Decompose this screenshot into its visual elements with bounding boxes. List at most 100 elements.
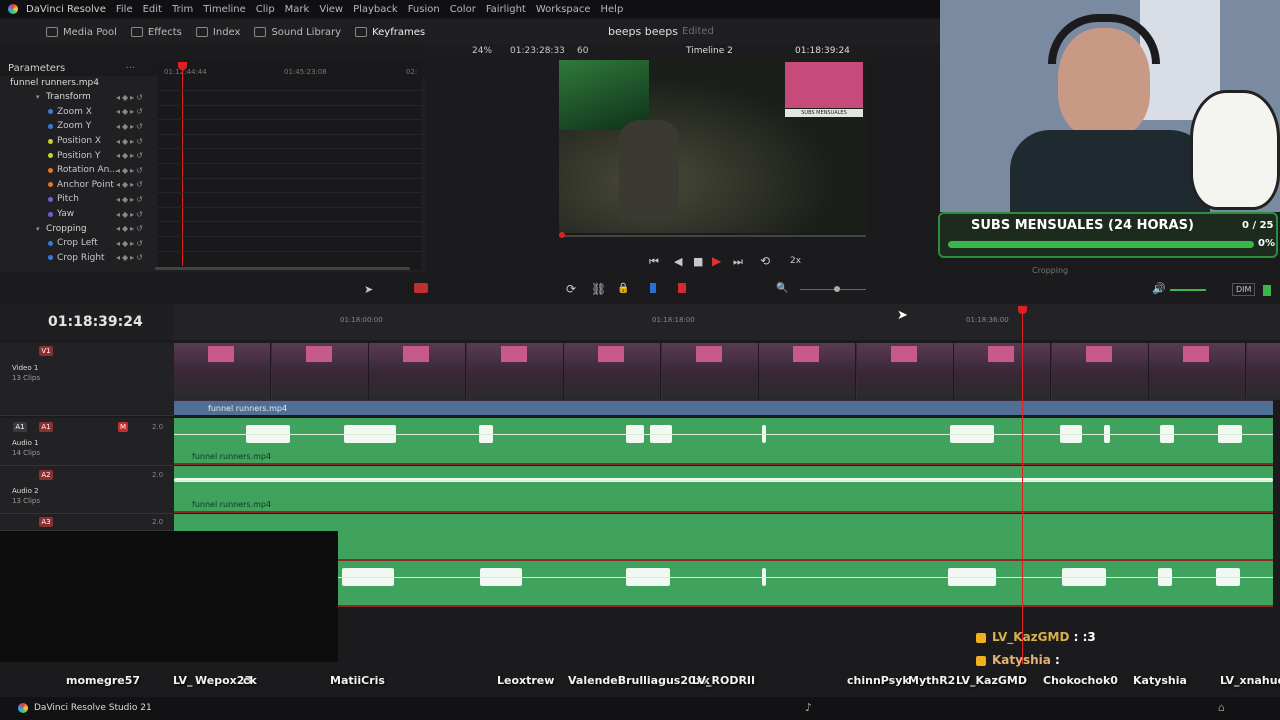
v1-badge[interactable]: V1 — [39, 346, 53, 356]
stop-icon[interactable]: ■ — [693, 255, 703, 268]
param-label: Yaw — [57, 209, 75, 220]
parameters-label: Parameters — [8, 62, 66, 74]
timeline-name[interactable]: Timeline 2 — [686, 46, 733, 56]
menu-file[interactable]: File — [116, 4, 133, 15]
video-clip-label[interactable]: funnel runners.mp4 — [174, 401, 1273, 415]
subs-title: SUBS MENSUALES (24 HORAS) — [971, 218, 1194, 233]
timeline-timecode[interactable]: 01:18:39:24 — [48, 314, 143, 330]
chevron-down-icon[interactable]: ▾ — [36, 225, 40, 233]
dim-button[interactable]: DIM — [1232, 283, 1256, 296]
a3-badge[interactable]: A3 — [39, 517, 53, 527]
ruler-playhead[interactable] — [1018, 306, 1027, 314]
play-icon[interactable]: ▶ — [712, 254, 721, 268]
video-thumbnail — [466, 343, 564, 400]
taskbar-app-label[interactable]: DaVinci Resolve Studio 21 — [34, 703, 152, 713]
playback-speed[interactable]: 2x — [790, 256, 801, 266]
menu-trim[interactable]: Trim — [172, 4, 193, 15]
keyframe-nav-icon[interactable]: ◂◆▸↺ — [116, 210, 145, 219]
volume-slider[interactable] — [1170, 289, 1206, 291]
video-thumbnail — [1149, 343, 1246, 400]
marker-icon[interactable] — [678, 283, 686, 293]
keyframe-nav-icon[interactable]: ◂◆▸↺ — [116, 239, 145, 248]
menu-fairlight[interactable]: Fairlight — [486, 4, 526, 15]
snap-icon[interactable]: ⟳ — [566, 282, 576, 296]
menu-timeline[interactable]: Timeline — [203, 4, 246, 15]
more-icon[interactable]: ··· — [125, 63, 135, 74]
menu-help[interactable]: Help — [601, 4, 624, 15]
link-icon[interactable]: ⛓ — [591, 282, 606, 296]
menu-workspace[interactable]: Workspace — [536, 4, 591, 15]
video-thumbnail — [759, 343, 856, 400]
viewer-scrub-head[interactable] — [559, 232, 565, 238]
param-label: Zoom X — [57, 106, 92, 117]
audio-track-a2[interactable]: funnel runners.mp4 — [174, 466, 1273, 513]
keyframe-nav-icon[interactable]: ◂◆▸↺ — [116, 137, 145, 146]
keyframe-nav-icon[interactable]: ◂◆▸↺ — [116, 122, 145, 131]
video-thumbnail — [564, 343, 661, 400]
music-icon[interactable]: ♪ — [805, 701, 812, 714]
video-viewer[interactable]: SUBS MENSUALES — [425, 60, 940, 250]
sound-library-label: Sound Library — [271, 26, 342, 38]
a2-badge[interactable]: A2 — [39, 470, 53, 480]
keyframe-nav-icon[interactable]: ◂◆▸↺ — [116, 166, 145, 175]
param-group-label[interactable]: Cropping — [46, 224, 87, 234]
keyframe-nav-icon[interactable]: ◂◆▸↺ — [116, 151, 145, 160]
menu-mark[interactable]: Mark — [285, 4, 310, 15]
play-reverse-icon[interactable]: ◀ — [674, 255, 682, 268]
keyframe-nav-icon[interactable]: ◂◆▸↺ — [116, 195, 145, 204]
home-icon[interactable]: ⌂ — [1218, 701, 1225, 714]
audio-track-a1[interactable]: funnel runners.mp4 — [174, 418, 1273, 465]
menu-clip[interactable]: Clip — [256, 4, 275, 15]
keyframe-nav-icon[interactable]: ◂◆▸↺ — [116, 180, 145, 189]
param-group-label[interactable]: Transform — [46, 92, 91, 102]
kf-playhead-marker[interactable] — [178, 62, 187, 70]
timeline-ruler[interactable]: 01:18:00:00 01:18:18:00 01:18:36:00 — [174, 304, 1280, 340]
inspector-scrollbar[interactable] — [155, 267, 410, 270]
timeline-zoom-handle[interactable] — [834, 286, 840, 292]
a1-badge-src[interactable]: A1 — [13, 422, 27, 432]
jump-end-icon[interactable]: ⏭ — [733, 255, 743, 269]
keyframe-nav-icon[interactable]: ◂◆▸↺ — [116, 93, 145, 102]
video-track-v1[interactable] — [174, 343, 1280, 401]
zoom-level[interactable]: 24% — [472, 46, 492, 56]
keyframe-graph[interactable]: 01:12:44:44 01:45:23:08 02: — [158, 62, 422, 270]
viewer-scrubber[interactable] — [559, 235, 866, 237]
mini-webcam — [785, 62, 863, 108]
track-header-a1: A1 A1 M 2.0 Audio 1 14 Clips — [0, 418, 174, 466]
chevron-down-icon[interactable]: ▾ — [36, 93, 40, 101]
a1-level: 2.0 — [152, 423, 164, 431]
audio-track-a3-lower[interactable] — [338, 561, 1273, 607]
menu-bar: DaVinci Resolve File Edit Trim Timeline … — [0, 0, 940, 18]
timeline-playhead[interactable] — [1022, 314, 1023, 664]
timeline-zoom-slider[interactable] — [800, 289, 866, 290]
audio-track-a3[interactable] — [174, 514, 1273, 561]
a1-name: Audio 1 — [12, 439, 39, 447]
a1-badge[interactable]: A1 — [39, 422, 53, 432]
media-pool-button[interactable]: Media Pool — [46, 27, 117, 38]
jump-start-icon[interactable]: ⏮ — [649, 255, 659, 269]
effects-button[interactable]: Effects — [130, 27, 182, 38]
menu-fusion[interactable]: Fusion — [408, 4, 440, 15]
a1-mute-button[interactable]: M — [118, 422, 128, 432]
flag-icon[interactable] — [650, 283, 656, 293]
resolve-taskbar-icon[interactable] — [18, 703, 28, 713]
zoom-search-icon[interactable]: 🔍 — [776, 283, 788, 294]
loop-icon[interactable]: ⟲ — [760, 254, 770, 268]
app-name[interactable]: DaVinci Resolve — [26, 4, 106, 15]
blade-tool-icon[interactable] — [414, 283, 428, 293]
sound-library-button[interactable]: Sound Library — [254, 27, 341, 38]
keyframe-nav-icon[interactable]: ◂◆▸↺ — [116, 224, 145, 233]
index-label: Index — [212, 26, 241, 38]
index-button[interactable]: Index — [195, 26, 241, 38]
menu-color[interactable]: Color — [450, 4, 476, 15]
select-tool-icon[interactable]: ➤ — [364, 283, 373, 296]
keyframes-button[interactable]: Keyframes — [355, 27, 425, 38]
menu-edit[interactable]: Edit — [143, 4, 162, 15]
bottom-bar: DaVinci Resolve Studio 21 ⌂ ♪ — [0, 697, 1280, 720]
menu-playback[interactable]: Playback — [353, 4, 398, 15]
keyframe-nav-icon[interactable]: ◂◆▸↺ — [116, 107, 145, 116]
keyframe-nav-icon[interactable]: ◂◆▸↺ — [116, 253, 145, 262]
menu-view[interactable]: View — [319, 4, 343, 15]
lock-icon[interactable]: 🔒 — [617, 283, 629, 294]
volume-icon[interactable]: 🔊 — [1152, 282, 1166, 295]
